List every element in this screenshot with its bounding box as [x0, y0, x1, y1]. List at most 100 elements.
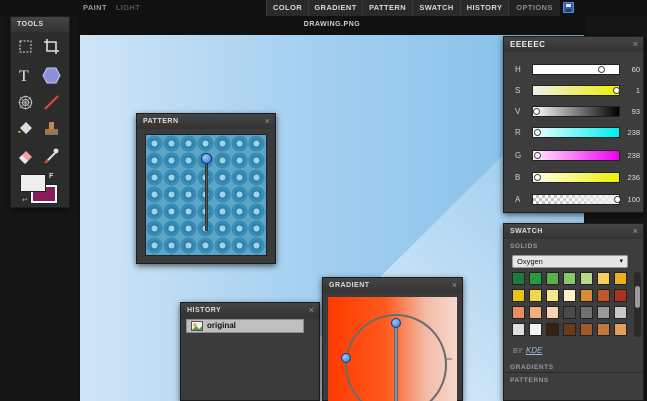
swatch-color[interactable]	[580, 289, 593, 302]
value-knob[interactable]	[533, 108, 540, 115]
gradient-preview[interactable]	[328, 297, 457, 401]
menu-paint[interactable]: PAINT	[78, 0, 112, 16]
tab-pattern[interactable]: PATTERN	[362, 0, 412, 16]
swatch-color[interactable]	[614, 289, 627, 302]
tab-history[interactable]: HISTORY	[460, 0, 508, 16]
line-tool-icon[interactable]	[42, 93, 61, 112]
green-label: G	[515, 151, 522, 160]
gradient-close-icon[interactable]: ×	[452, 279, 457, 291]
color-hex-title: EEEEEC	[504, 37, 643, 52]
swatch-color[interactable]	[597, 289, 610, 302]
pattern-close-icon[interactable]: ×	[265, 115, 270, 127]
value-value[interactable]: 93	[620, 107, 640, 116]
swatch-color[interactable]	[512, 272, 525, 285]
green-slider[interactable]	[532, 150, 620, 161]
saturation-slider[interactable]	[532, 85, 620, 96]
paint-bucket-icon[interactable]	[16, 119, 35, 138]
swatch-color[interactable]	[563, 323, 576, 336]
pattern-title: PATTERN	[137, 114, 275, 129]
green-knob[interactable]	[534, 152, 541, 159]
saturation-value[interactable]: 1	[620, 86, 640, 95]
tab-gradient[interactable]: GRADIENT	[308, 0, 362, 16]
swatch-color[interactable]	[580, 306, 593, 319]
crop-icon[interactable]	[42, 37, 61, 56]
alpha-row: A 100	[510, 193, 640, 207]
swatch-color[interactable]	[529, 306, 542, 319]
tab-swatch[interactable]: SWATCH	[412, 0, 460, 16]
swatch-color[interactable]	[597, 306, 610, 319]
alpha-label: A	[515, 195, 521, 204]
history-item-label: original	[207, 321, 236, 330]
tab-options[interactable]: OPTIONS	[508, 0, 560, 16]
gradient-start-knob[interactable]	[391, 318, 401, 328]
foreground-color-swatch[interactable]	[20, 174, 46, 192]
swatch-scroll-thumb[interactable]	[635, 286, 640, 308]
swatch-color[interactable]	[580, 272, 593, 285]
swatch-color[interactable]	[512, 323, 525, 336]
swatch-set-select[interactable]: Oxygen ▾	[512, 255, 628, 268]
shape-tool-icon[interactable]	[42, 66, 61, 85]
color-panel: EEEEEC × H 60 S 1 V 93 R 238 G 238 B 236…	[503, 36, 644, 213]
patterns-label[interactable]: PATTERNS	[510, 377, 549, 384]
swatch-color[interactable]	[563, 272, 576, 285]
swatch-scrollbar[interactable]	[634, 272, 641, 337]
eraser-icon[interactable]	[16, 146, 35, 165]
hue-value[interactable]: 60	[620, 65, 640, 74]
red-knob[interactable]	[534, 129, 541, 136]
marquee-select-icon[interactable]	[16, 37, 35, 56]
pattern-handle-knob[interactable]	[201, 153, 212, 164]
saturation-knob[interactable]	[613, 87, 620, 94]
value-slider[interactable]	[532, 106, 620, 117]
blue-knob[interactable]	[534, 174, 541, 181]
swatch-color[interactable]	[529, 272, 542, 285]
stamp-tool-icon[interactable]	[42, 119, 61, 138]
swatch-byline: BY: KDE	[513, 346, 542, 355]
swatch-color[interactable]	[580, 323, 593, 336]
swatch-color[interactable]	[546, 272, 559, 285]
eyedropper-icon[interactable]	[42, 146, 61, 165]
swatch-color[interactable]	[546, 323, 559, 336]
solids-label[interactable]: SOLIDS	[510, 243, 538, 250]
swatch-color[interactable]	[512, 289, 525, 302]
swatch-color[interactable]	[563, 289, 576, 302]
history-item[interactable]: original	[186, 319, 304, 333]
swatch-color[interactable]	[512, 306, 525, 319]
swap-colors-icon[interactable]: ↵	[22, 196, 28, 204]
swatch-close-icon[interactable]: ×	[633, 225, 638, 237]
color-swatches: F ↵	[20, 173, 60, 204]
swatch-color[interactable]	[597, 272, 610, 285]
swatch-color[interactable]	[614, 272, 627, 285]
red-label: R	[515, 128, 521, 137]
red-value[interactable]: 238	[620, 128, 640, 137]
swatch-color[interactable]	[546, 306, 559, 319]
hue-knob[interactable]	[598, 66, 605, 73]
gradient-angle-knob[interactable]	[341, 353, 351, 363]
menu-light[interactable]: LIGHT	[112, 0, 144, 16]
red-slider[interactable]	[532, 127, 620, 138]
swatch-color[interactable]	[614, 306, 627, 319]
blue-slider[interactable]	[532, 172, 620, 183]
save-icon[interactable]	[563, 2, 574, 13]
swatch-color[interactable]	[529, 289, 542, 302]
tab-color[interactable]: COLOR	[266, 0, 308, 16]
blue-value[interactable]: 236	[620, 173, 640, 182]
blue-label: B	[515, 173, 521, 182]
spirograph-icon[interactable]	[16, 93, 35, 112]
history-close-icon[interactable]: ×	[309, 304, 314, 316]
author-link[interactable]: KDE	[526, 346, 542, 355]
swatch-color[interactable]	[563, 306, 576, 319]
gradient-angle-dial	[345, 314, 452, 401]
swatch-color[interactable]	[546, 289, 559, 302]
gradient-panel: GRADIENT ×	[322, 277, 463, 401]
text-tool-icon[interactable]: T	[16, 66, 35, 85]
gradients-label[interactable]: GRADIENTS	[510, 364, 554, 371]
swatch-color[interactable]	[597, 323, 610, 336]
green-value[interactable]: 238	[620, 151, 640, 160]
alpha-slider[interactable]	[532, 194, 620, 205]
swatch-color[interactable]	[529, 323, 542, 336]
swatch-color[interactable]	[614, 323, 627, 336]
color-close-icon[interactable]: ×	[633, 38, 638, 50]
alpha-value[interactable]: 100	[620, 195, 640, 204]
saturation-row: S 1	[510, 84, 640, 98]
hue-slider[interactable]	[532, 64, 620, 75]
